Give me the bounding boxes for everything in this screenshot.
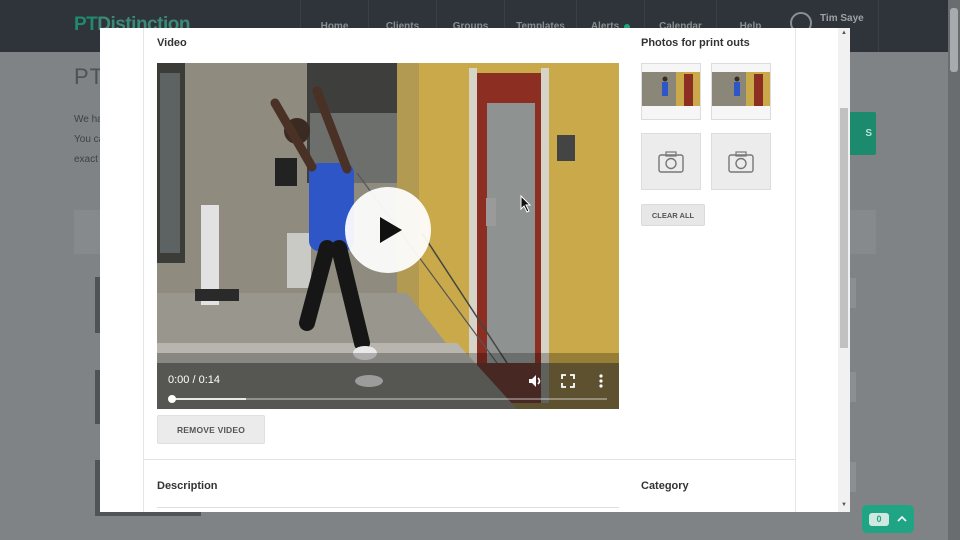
scroll-down-arrow-icon[interactable]: ▼ <box>838 502 850 508</box>
photo-thumbnail <box>642 64 700 119</box>
play-button[interactable] <box>345 187 431 273</box>
video-heading: Video <box>157 37 187 49</box>
mouse-cursor-icon <box>520 195 532 213</box>
photos-heading: Photos for print outs <box>641 37 750 49</box>
intro-line-3: exact <box>74 154 98 165</box>
page-scrollbar[interactable] <box>948 0 960 540</box>
photo-slot-1[interactable] <box>641 63 701 120</box>
chevron-up-icon <box>897 514 907 525</box>
camera-icon <box>658 150 684 173</box>
description-heading: Description <box>157 480 218 492</box>
remove-video-button[interactable]: REMOVE VIDEO <box>157 415 265 444</box>
video-buffered-bar <box>172 398 246 400</box>
category-heading: Category <box>641 480 689 492</box>
photo-slot-2[interactable] <box>711 63 771 120</box>
fullscreen-icon[interactable] <box>561 374 575 388</box>
photo-slot-3[interactable] <box>641 133 701 190</box>
video-progress-bar[interactable] <box>168 395 607 403</box>
scroll-up-arrow-icon[interactable]: ▲ <box>838 30 850 36</box>
page-scrollbar-thumb[interactable] <box>950 8 958 72</box>
description-input[interactable] <box>157 507 619 512</box>
photo-thumbnail <box>712 64 770 119</box>
modal-scrollbar-thumb[interactable] <box>840 108 848 348</box>
section-divider <box>144 459 795 460</box>
clear-all-button[interactable]: CLEAR ALL <box>641 204 705 226</box>
video-scrubber-handle[interactable] <box>168 395 176 403</box>
intro-line-1: We ha <box>74 114 103 125</box>
video-time: 0:00 / 0:14 <box>168 374 220 386</box>
camera-icon <box>728 150 754 173</box>
photo-slot-4[interactable] <box>711 133 771 190</box>
logo-pt: PT <box>74 14 98 35</box>
play-icon <box>380 217 402 243</box>
modal-content: Video 0:00 / 0:14 REMOVE VIDEO Photos fo… <box>143 28 796 512</box>
chat-count-badge: 0 <box>869 512 889 526</box>
background-row-edge <box>850 462 856 492</box>
video-player[interactable]: 0:00 / 0:14 <box>157 63 619 409</box>
volume-icon[interactable] <box>527 373 543 389</box>
exercise-media-modal: Video 0:00 / 0:14 REMOVE VIDEO Photos fo… <box>100 28 850 512</box>
background-row-edge <box>850 278 856 308</box>
user-name: Tim Saye <box>820 12 864 24</box>
background-row-edge <box>850 372 856 402</box>
modal-scrollbar[interactable]: ▲ ▼ <box>838 28 850 512</box>
more-vert-icon[interactable] <box>598 373 604 389</box>
chat-button[interactable]: 0 <box>862 505 914 533</box>
